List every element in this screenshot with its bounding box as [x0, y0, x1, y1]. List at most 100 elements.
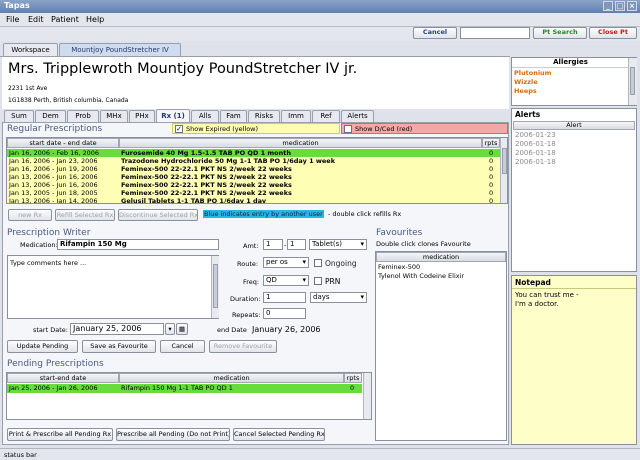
allergies-panel: Allergies Plutonium Wizzle Heeps: [511, 57, 637, 106]
tab-fam[interactable]: Fam: [220, 110, 247, 122]
pending-col-rpts[interactable]: rpts: [344, 373, 362, 383]
writer-cancel-button[interactable]: Cancel: [160, 340, 205, 353]
show-dced-checkbox[interactable]: [344, 125, 352, 133]
alert-item[interactable]: 2006-01-18: [512, 149, 634, 158]
menu-file[interactable]: File: [6, 15, 19, 24]
remove-favourite-button[interactable]: Remove Favourite: [209, 340, 277, 353]
refill-selected-button[interactable]: Refill Selected Rx: [55, 209, 115, 221]
tab-alerts[interactable]: Alerts: [341, 110, 374, 122]
comments-textarea[interactable]: Type comments here ...: [7, 255, 219, 319]
table-row[interactable]: Jan 16, 2006 - Jun 19, 2006 Feminex-500 …: [7, 165, 500, 173]
table-row[interactable]: Jan 13, 2006 - Jun 16, 2006 Feminex-500 …: [7, 173, 500, 181]
tab-alls[interactable]: Alls: [191, 110, 219, 122]
discontinue-selected-button[interactable]: Discontinue Selected Rx: [118, 209, 198, 221]
search-input[interactable]: [460, 27, 530, 39]
list-item[interactable]: Feminex-500: [376, 263, 506, 272]
alert-date: 2006-01-18: [515, 158, 556, 166]
duration-input[interactable]: 1: [263, 292, 306, 303]
close-pt-button[interactable]: Close Pt: [589, 27, 637, 39]
show-expired-checkbox[interactable]: ✓: [175, 125, 183, 133]
row-medication: Rifampin 150 Mg 1-1 TAB PO QD 1: [121, 384, 233, 392]
cancel-search-button[interactable]: Cancel: [413, 27, 457, 39]
table-row[interactable]: Jan 13, 2006 - Jun 16, 2006 Feminex-500 …: [7, 181, 500, 189]
amt-to-input[interactable]: 1: [287, 239, 306, 250]
minimize-icon[interactable]: _: [603, 1, 613, 11]
regular-rx-scrollbar[interactable]: [500, 138, 507, 203]
tab-workspace[interactable]: Workspace: [3, 43, 58, 56]
menu-edit[interactable]: Edit: [28, 15, 44, 24]
unit-select[interactable]: Tablet(s) ▾: [309, 239, 367, 250]
close-icon[interactable]: ×: [627, 1, 637, 11]
tab-patient[interactable]: Mountjoy PoundStretcher IV: [59, 43, 181, 56]
alerts-col-alert[interactable]: Alert: [513, 121, 635, 130]
allergy-item[interactable]: Heeps: [512, 87, 627, 96]
alert-item[interactable]: 2006-01-23: [512, 131, 634, 140]
tab-ref[interactable]: Ref: [312, 110, 340, 122]
route-select[interactable]: per os ▾: [263, 257, 309, 268]
tab-dem[interactable]: Dem: [35, 110, 66, 122]
ongoing-checkbox[interactable]: [314, 259, 322, 267]
save-favourite-button[interactable]: Save as Favourite: [82, 340, 156, 353]
table-row[interactable]: Jan 13, 2005 - Jun 18, 2005 Feminex-500 …: [7, 189, 500, 197]
row-rpts: 0: [489, 149, 494, 157]
route-label: Route:: [237, 260, 259, 268]
cancel-selected-pending-button[interactable]: Cancel Selected Pending Rx: [233, 428, 325, 441]
menu-patient[interactable]: Patient: [51, 15, 79, 24]
allergy-item[interactable]: Wizzle: [512, 78, 627, 87]
tab-risks[interactable]: Risks: [248, 110, 280, 122]
pt-search-button[interactable]: Pt Search: [533, 27, 587, 39]
regular-rx-table: start date - end date medication rpts Ja…: [6, 137, 508, 204]
update-pending-button[interactable]: Update Pending: [7, 340, 78, 353]
patient-address: 2231 1st Ave: [8, 85, 48, 92]
allergy-item[interactable]: Plutonium: [512, 69, 627, 78]
duration-unit-select[interactable]: days ▾: [310, 292, 367, 303]
table-row[interactable]: Jan 16, 2006 - Feb 16, 2006 Furosemide 4…: [7, 149, 500, 157]
col-rpts[interactable]: rpts: [482, 138, 500, 148]
favourites-col-medication[interactable]: medication: [376, 252, 506, 262]
tab-mhx[interactable]: MHx: [100, 110, 128, 122]
notepad-panel[interactable]: Notepad You can trust me - I'm a doctor.: [511, 275, 637, 445]
regular-prescriptions-title: Regular Prescriptions: [7, 124, 103, 134]
menu-help[interactable]: Help: [86, 15, 104, 24]
tab-sum[interactable]: Sum: [4, 110, 34, 122]
col-medication[interactable]: medication: [119, 138, 482, 148]
prescribe-all-no-print-button[interactable]: Prescribe all Pending (Do not Print): [116, 428, 230, 441]
new-rx-button[interactable]: new Rx: [8, 209, 52, 221]
date-spinner-icon[interactable]: ▾: [165, 323, 175, 335]
calendar-icon[interactable]: ▦: [176, 323, 188, 335]
route-value: per os: [266, 258, 288, 266]
list-item[interactable]: Tylenol With Codeine Elixir: [376, 272, 506, 281]
pending-scrollbar[interactable]: [363, 373, 371, 419]
amt-from-input[interactable]: 1: [263, 239, 283, 250]
tab-prob[interactable]: Prob: [67, 110, 99, 122]
col-start-end-date[interactable]: start date - end date: [7, 138, 119, 148]
maximize-icon[interactable]: □: [615, 1, 625, 11]
row-rpts: 0: [489, 157, 494, 165]
tab-rx[interactable]: Rx (1): [156, 109, 190, 122]
prn-checkbox[interactable]: [314, 277, 322, 285]
pending-col-date[interactable]: start-end date: [7, 373, 119, 383]
start-date-input[interactable]: January 25, 2006: [70, 323, 164, 335]
medication-input[interactable]: Rifampin 150 Mg: [57, 239, 219, 250]
tab-phx[interactable]: PHx: [129, 110, 155, 122]
row-medication: Feminex-500 22-22.1 PKT NS 2/week 22 wee…: [121, 173, 292, 181]
notepad-line-2: I'm a doctor.: [515, 300, 559, 308]
alert-item[interactable]: 2006-01-18: [512, 140, 634, 149]
print-prescribe-all-button[interactable]: Print & Prescribe all Pending Rx: [7, 428, 113, 441]
double-click-note: - double click refills Rx: [328, 210, 402, 218]
table-row[interactable]: Jan 25, 2006 - Jan 26, 2006 Rifampin 150…: [7, 384, 362, 393]
row-date: Jan 16, 2006 - Jan 23, 2006: [9, 157, 98, 165]
tab-imm[interactable]: Imm: [281, 110, 311, 122]
allergies-scrollbar[interactable]: [628, 58, 637, 105]
patient-name: Mrs. Tripplewroth Mountjoy PoundStretche…: [8, 61, 358, 77]
alert-item[interactable]: 2006-01-18: [512, 158, 634, 167]
table-row[interactable]: Jan 13, 2006 - Jan 14, 2006 Gelusil Tabl…: [7, 197, 500, 204]
row-rpts: 0: [489, 197, 494, 204]
amt-label: Amt:: [243, 242, 259, 250]
table-row[interactable]: Jan 16, 2006 - Jan 23, 2006 Trazodone Hy…: [7, 157, 500, 165]
pending-col-medication[interactable]: medication: [119, 373, 344, 383]
chevron-down-icon: ▾: [302, 276, 306, 284]
freq-select[interactable]: QD ▾: [263, 275, 309, 286]
title-bar: Tapas _ □ ×: [0, 0, 640, 13]
repeats-input[interactable]: 0: [263, 308, 306, 319]
